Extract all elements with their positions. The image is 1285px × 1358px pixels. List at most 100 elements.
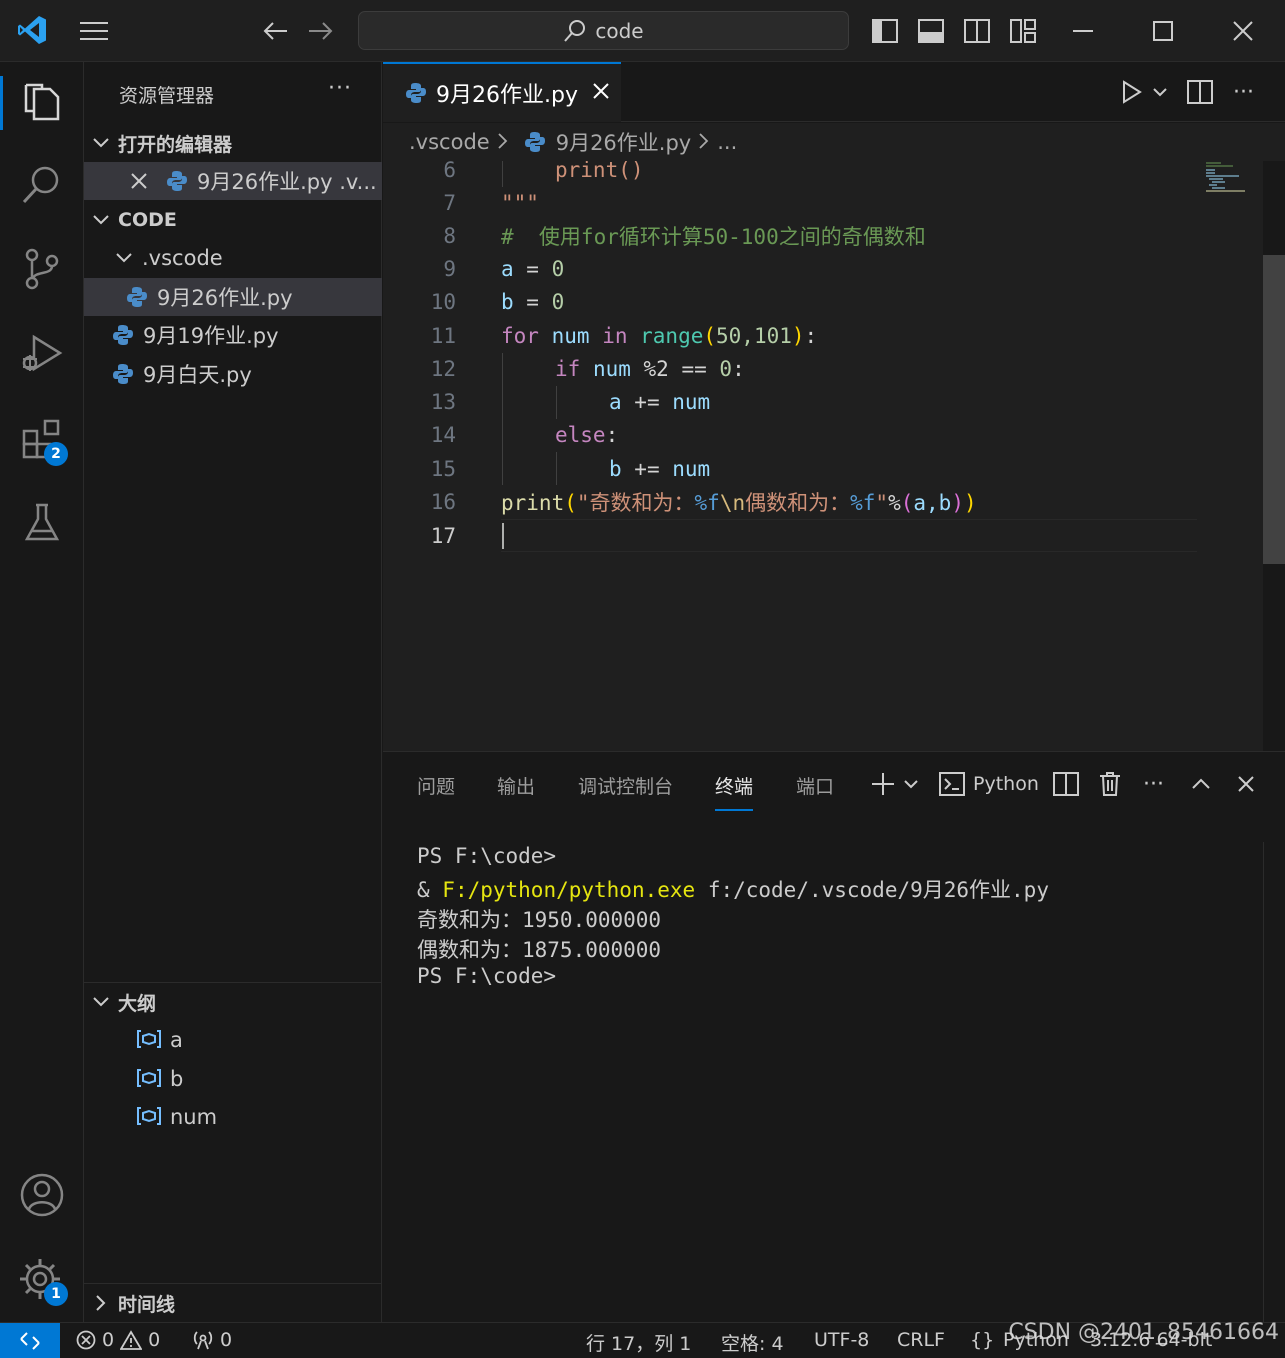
variable-icon (136, 1107, 162, 1127)
menu-icon[interactable] (76, 14, 112, 48)
folder-vscode[interactable]: .vscode (84, 239, 382, 277)
maximize-icon[interactable] (1146, 14, 1180, 48)
line-number: 17 (430, 523, 456, 548)
error-icon (76, 1330, 96, 1350)
breadcrumb-file[interactable]: 9月26作业.py (556, 127, 692, 157)
language-braces-icon[interactable]: {} (970, 1329, 994, 1351)
run-debug-icon[interactable] (0, 318, 84, 388)
toggle-secondary-sidebar-icon[interactable] (960, 14, 994, 48)
manage-gear-icon[interactable]: 1 (0, 1244, 84, 1314)
file-item[interactable]: 9月19作业.py (84, 316, 382, 354)
run-file-icon[interactable] (1121, 62, 1143, 122)
toggle-sidebar-icon[interactable] (868, 14, 902, 48)
panel-more-icon[interactable]: ··· (1143, 766, 1164, 802)
search-icon (564, 19, 586, 42)
code-line: 9 a = 0 (383, 252, 1263, 285)
editor-scrollbar[interactable] (1263, 255, 1285, 564)
title-bar: code (0, 0, 1285, 62)
encoding[interactable]: UTF-8 (814, 1329, 869, 1351)
warning-icon (120, 1330, 143, 1350)
outline-header[interactable]: 大纲 (84, 984, 382, 1020)
line-number: 14 (430, 422, 456, 447)
vscode-logo-icon (14, 12, 50, 48)
python-file-icon (112, 324, 134, 346)
code-line: 14 else: (383, 418, 1263, 451)
outline-item[interactable]: b (84, 1060, 382, 1098)
close-panel-icon[interactable] (1237, 766, 1255, 802)
tab-ports[interactable]: 端口 (796, 772, 834, 799)
open-editor-item[interactable]: 9月26作业.py .v... (84, 162, 382, 200)
explorer-title: 资源管理器 (119, 85, 215, 107)
close-tab-icon[interactable] (592, 81, 610, 106)
line-number: 13 (430, 389, 456, 414)
problems-status[interactable]: 0 0 (76, 1329, 160, 1351)
testing-icon[interactable] (0, 488, 84, 558)
run-dropdown-chevron-icon[interactable] (1153, 62, 1167, 122)
outline-item[interactable]: num (84, 1098, 382, 1136)
terminal-profile[interactable]: Python (939, 766, 1039, 802)
forward-arrow-icon[interactable] (304, 14, 338, 48)
split-editor-icon[interactable] (1187, 62, 1213, 122)
broadcast-icon (193, 1331, 213, 1350)
new-terminal-plus-icon[interactable] (871, 766, 895, 802)
line-number: 9 (443, 256, 456, 281)
line-number: 8 (443, 223, 456, 248)
remote-indicator-icon[interactable] (0, 1323, 60, 1358)
more-actions-icon[interactable]: ··· (328, 76, 352, 101)
customize-layout-icon[interactable] (1006, 14, 1040, 48)
terminal-line: 奇数和为：1950.000000 (417, 908, 662, 932)
cursor-position[interactable]: 行 17，列 1 (586, 1329, 691, 1356)
editor-more-icon[interactable]: ··· (1233, 62, 1254, 122)
tab-debug-console[interactable]: 调试控制台 (578, 772, 673, 799)
tab-terminal[interactable]: 终端 (715, 772, 754, 811)
terminal-scrollbar[interactable] (1263, 842, 1285, 1322)
extensions-badge: 2 (44, 442, 68, 466)
split-terminal-icon[interactable] (1053, 766, 1079, 802)
code-line: 10 b = 0 (383, 285, 1263, 318)
code-line: 13 a += num (383, 385, 1263, 418)
breadcrumb-more[interactable]: ... (717, 130, 737, 154)
chevron-right-icon (498, 130, 508, 154)
close-editor-icon[interactable] (130, 172, 148, 190)
file-item[interactable]: 9月26作业.py (84, 278, 382, 316)
line-number: 6 (443, 161, 456, 182)
close-window-icon[interactable] (1226, 14, 1260, 48)
bottom-panel: 问题 输出 调试控制台 终端 端口 Python ··· PS F:\code>… (383, 751, 1285, 1322)
ports-status[interactable]: 0 (192, 1329, 232, 1351)
line-number: 10 (430, 289, 456, 314)
minimap[interactable] (1203, 161, 1261, 201)
chevron-down-icon (84, 215, 118, 225)
python-file-icon (524, 131, 546, 153)
code-editor[interactable]: 6 print() 7 """ 8 # 使用for循环计算50-100之间的奇偶… (383, 161, 1263, 751)
tab-active-file[interactable]: 9月26作业.py (383, 62, 621, 122)
breadcrumb-folder[interactable]: .vscode (409, 130, 490, 154)
settings-badge: 1 (44, 1282, 68, 1306)
terminal-icon (939, 772, 965, 796)
code-line: 6 print() (383, 161, 1263, 186)
end-of-line[interactable]: CRLF (897, 1329, 945, 1351)
outline-item[interactable]: a (84, 1021, 382, 1059)
open-editors-header[interactable]: 打开的编辑器 (84, 125, 382, 161)
file-item[interactable]: 9月白天.py (84, 355, 382, 393)
back-arrow-icon[interactable] (258, 14, 292, 48)
source-control-icon[interactable] (0, 234, 84, 304)
breadcrumb: .vscode 9月26作业.py ... (383, 123, 1285, 161)
workspace-header[interactable]: CODE (84, 202, 382, 238)
command-center-search[interactable]: code (358, 11, 849, 50)
tab-problems[interactable]: 问题 (417, 772, 455, 799)
accounts-icon[interactable] (0, 1160, 84, 1230)
terminal-dropdown-chevron-icon[interactable] (904, 766, 918, 802)
maximize-panel-chevron-up-icon[interactable] (1191, 766, 1211, 802)
timeline-header[interactable]: 时间线 (84, 1285, 382, 1321)
tab-output[interactable]: 输出 (497, 772, 535, 799)
python-file-icon (405, 82, 427, 104)
toggle-panel-icon[interactable] (914, 14, 948, 48)
search-view-icon[interactable] (0, 150, 84, 220)
explorer-icon[interactable] (0, 68, 84, 138)
chevron-right-icon (84, 1295, 118, 1311)
kill-terminal-trash-icon[interactable] (1099, 766, 1121, 802)
minimize-icon[interactable] (1066, 14, 1100, 48)
extensions-icon[interactable]: 2 (0, 404, 84, 474)
indentation[interactable]: 空格: 4 (721, 1329, 784, 1356)
chevron-down-icon (116, 253, 132, 263)
